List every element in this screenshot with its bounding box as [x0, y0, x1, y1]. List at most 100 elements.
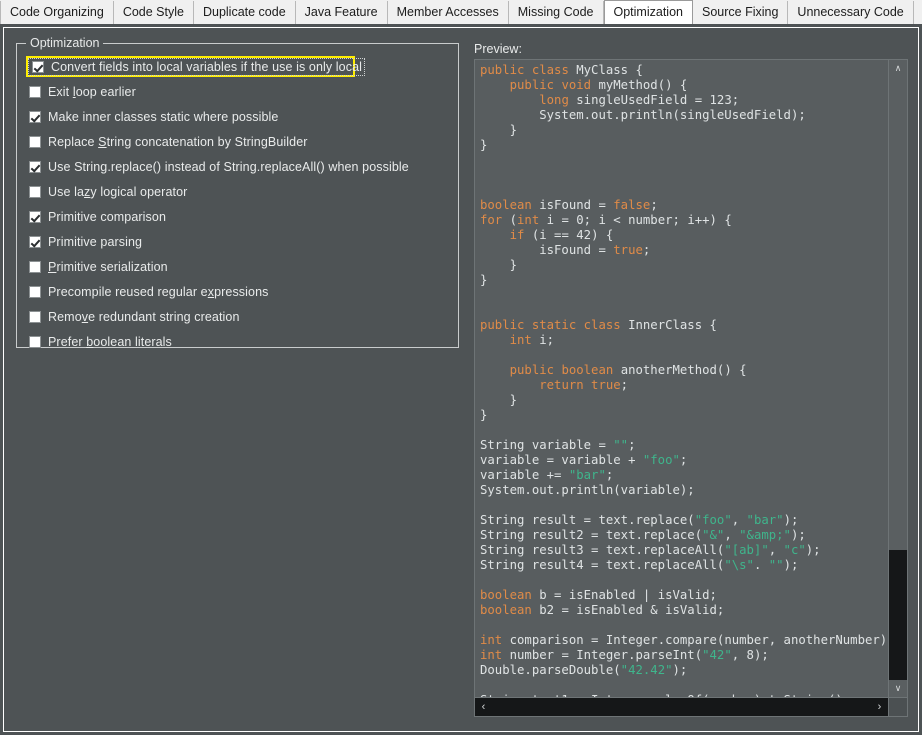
code-token: "[ab]" — [724, 543, 769, 557]
code-token: "42" — [702, 648, 732, 662]
code-token: String result3 = text.replaceAll( — [480, 543, 725, 557]
code-token: ; — [620, 378, 629, 392]
checkbox-label: Convert fields into local variables if t… — [51, 59, 363, 74]
scroll-down-arrow-icon[interactable]: ∨ — [889, 680, 907, 697]
code-token: InnerClass { — [628, 318, 717, 332]
code-token: , 8); — [731, 648, 769, 662]
code-token: public boolean — [509, 363, 621, 377]
code-token: public void — [509, 78, 599, 92]
code-token: } — [480, 123, 518, 137]
checkbox-row[interactable]: Use String.replace() instead of String.r… — [26, 158, 454, 175]
code-token: public static class — [480, 318, 629, 332]
checkbox-row[interactable]: Prefer boolean literals — [26, 333, 454, 350]
tab-source-fixing[interactable]: Source Fixing — [692, 1, 789, 24]
code-token: ; — [605, 468, 614, 482]
tab-missing-code[interactable]: Missing Code — [508, 1, 604, 24]
checkbox-unchecked-icon[interactable] — [29, 310, 41, 323]
mnemonic-underline: z — [84, 184, 91, 199]
code-token: } — [480, 408, 488, 422]
checkbox-row-inner: Convert fields into local variables if t… — [28, 57, 366, 76]
checkbox-checked-icon[interactable] — [29, 110, 41, 123]
preview-code-area[interactable]: public class MyClass { public void myMet… — [475, 60, 888, 697]
options-dialog: Code Organizing Code Style Duplicate code J… — [0, 0, 922, 735]
checkbox-row[interactable]: Exit loop earlier — [26, 83, 454, 100]
code-token: String result4 = text.replaceAll( — [480, 558, 725, 572]
mnemonic-underline: x — [207, 284, 215, 299]
vertical-scrollbar-thumb[interactable] — [889, 77, 907, 550]
checkbox-label: Primitive comparison — [48, 209, 167, 224]
checkbox-row[interactable]: Remove redundant string creation — [26, 308, 454, 325]
code-token: singleUsedField = 123; — [576, 93, 740, 107]
checkbox-unchecked-icon[interactable] — [29, 260, 41, 273]
checkbox-row[interactable]: Make inner classes static where possible — [26, 108, 454, 125]
code-token: int — [480, 633, 510, 647]
scroll-left-arrow-icon[interactable]: ‹ — [475, 698, 492, 716]
code-token: int — [517, 213, 547, 227]
checkbox-checked-icon[interactable] — [32, 60, 44, 73]
code-token: false — [613, 198, 651, 212]
checkbox-label: Exit loop earlier — [48, 84, 136, 99]
checkbox-unchecked-icon[interactable] — [29, 135, 41, 148]
tab-code-style[interactable]: Code Style — [113, 1, 194, 24]
code-token: ); — [783, 513, 799, 527]
checkbox-row[interactable]: Use lazy logical operator — [26, 183, 454, 200]
code-token: boolean — [480, 603, 540, 617]
code-token: } — [480, 138, 488, 152]
vertical-scrollbar-track[interactable] — [889, 550, 907, 680]
code-token: b2 = isEnabled & isValid; — [539, 603, 725, 617]
code-token: , — [724, 528, 740, 542]
code-token: isFound = — [480, 243, 614, 257]
checkbox-row[interactable]: Primitive parsing — [26, 233, 454, 250]
checkbox-row-inner: Primitive serialization — [28, 260, 168, 274]
code-token: "foo" — [642, 453, 680, 467]
tab-optimization[interactable]: Optimization — [603, 0, 693, 24]
code-token: ; — [679, 453, 688, 467]
checkbox-row[interactable]: Primitive comparison — [26, 208, 454, 225]
checkbox-checked-icon[interactable] — [29, 160, 41, 173]
tab-member-accesses[interactable]: Member Accesses — [387, 1, 509, 24]
code-token: ); — [790, 528, 806, 542]
code-token: number = Integer.parseInt( — [509, 648, 703, 662]
tab-unnecessary-code[interactable]: Unnecessary Code — [788, 1, 914, 24]
vertical-scrollbar[interactable]: ∧ ∨ — [888, 60, 907, 697]
code-token: ); — [783, 558, 799, 572]
checkbox-unchecked-icon[interactable] — [29, 185, 41, 198]
checkbox-unchecked-icon[interactable] — [29, 85, 41, 98]
checkbox-row-inner: Remove redundant string creation — [28, 310, 240, 324]
code-token: ( — [509, 213, 518, 227]
mnemonic-underline: P — [48, 259, 57, 274]
groupbox-title: Optimization — [26, 36, 104, 50]
checkbox-unchecked-icon[interactable] — [29, 335, 41, 348]
code-token: ; — [650, 198, 658, 212]
code-token: boolean — [480, 588, 540, 602]
tab-duplicate-code[interactable]: Duplicate code — [193, 1, 296, 24]
horizontal-scrollbar[interactable]: ‹ › — [475, 697, 888, 716]
checkbox-checked-icon[interactable] — [29, 210, 41, 223]
mnemonic-underline: l — [72, 84, 76, 99]
code-token: ; — [642, 243, 651, 257]
code-token: (i == 42) { — [531, 228, 614, 242]
checkbox-row[interactable]: Convert fields into local variables if t… — [26, 56, 366, 77]
scroll-right-arrow-icon[interactable]: › — [871, 698, 888, 716]
code-token: myMethod() { — [598, 78, 688, 92]
code-token: int — [480, 648, 510, 662]
checkbox-row[interactable]: Replace String concatenation by StringBu… — [26, 133, 454, 150]
checkbox-label: Primitive parsing — [48, 234, 143, 249]
code-token: } — [480, 273, 488, 287]
scroll-up-arrow-icon[interactable]: ∧ — [889, 60, 907, 77]
code-token: String variable = — [480, 438, 614, 452]
checkbox-checked-icon[interactable] — [29, 235, 41, 248]
tab-code-organizing[interactable]: Code Organizing — [0, 1, 114, 24]
checkbox-unchecked-icon[interactable] — [29, 285, 41, 298]
optimization-groupbox: Optimization Convert fields into local v… — [16, 36, 459, 350]
checkbox-label: Remove redundant string creation — [48, 309, 240, 324]
checkbox-row[interactable]: Primitive serialization — [26, 258, 454, 275]
checkbox-row[interactable]: Precompile reused regular expressions — [26, 283, 454, 300]
tab-java-feature[interactable]: Java Feature — [295, 1, 388, 24]
checkbox-row-inner: Replace String concatenation by StringBu… — [28, 135, 308, 149]
